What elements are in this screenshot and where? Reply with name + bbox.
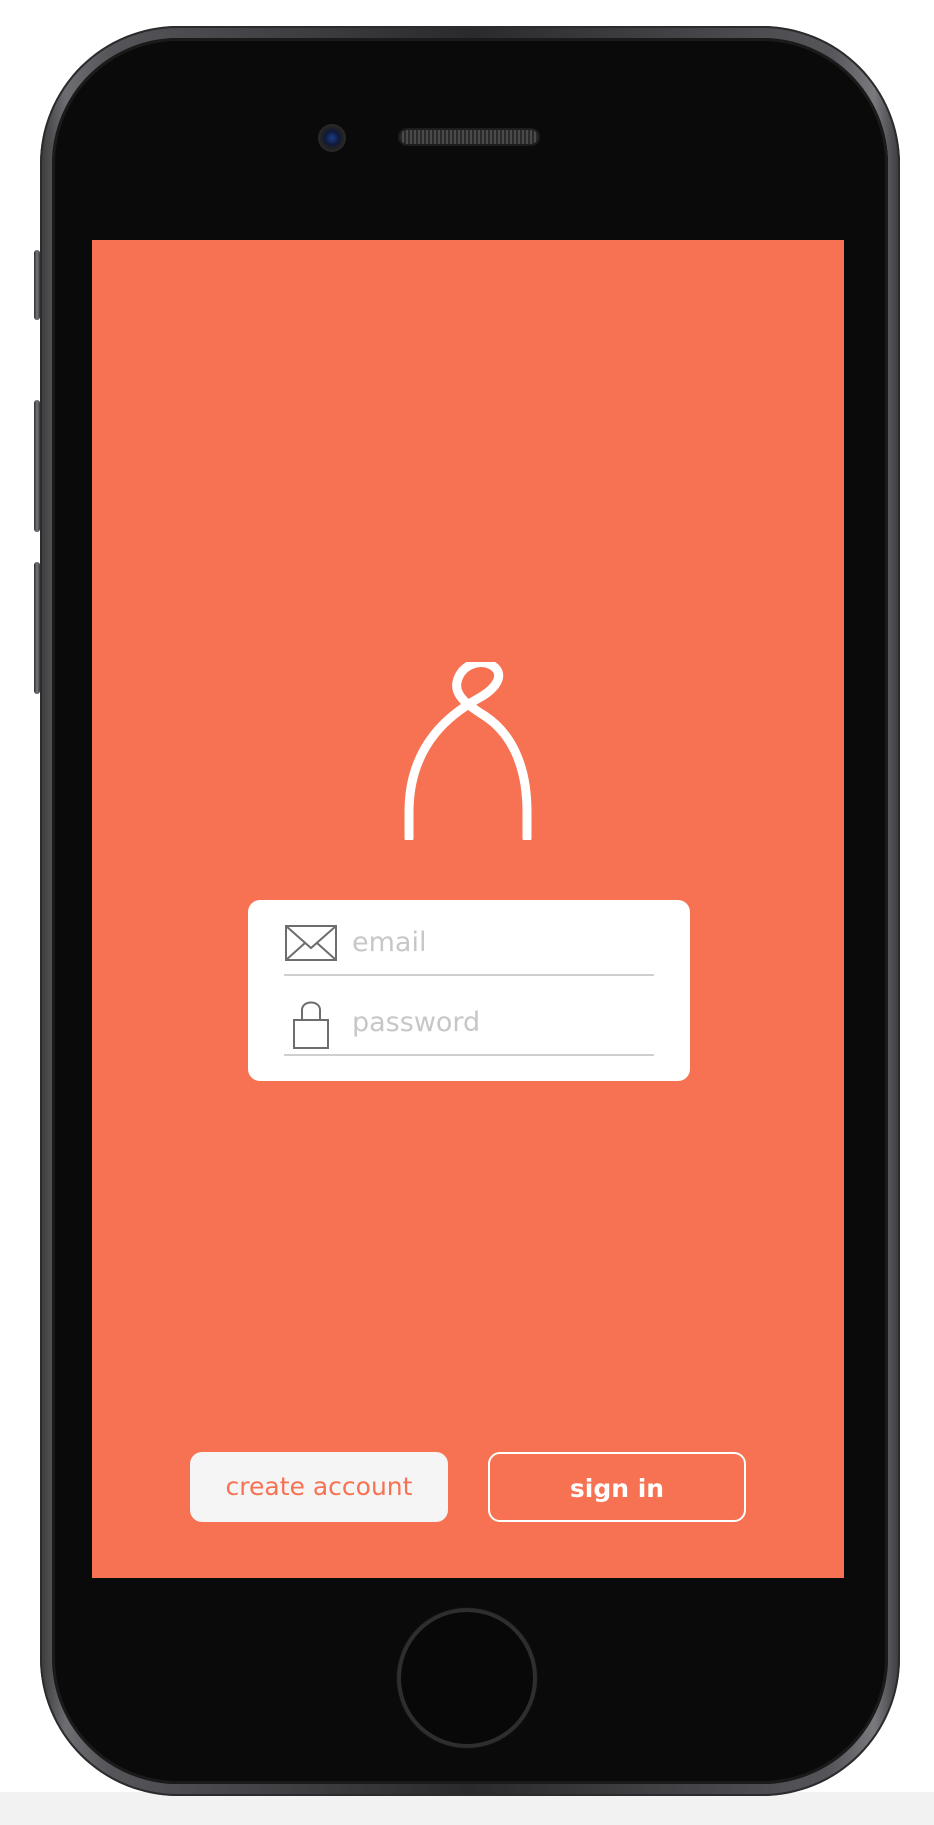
password-input[interactable] bbox=[352, 1002, 642, 1042]
envelope-icon bbox=[285, 925, 337, 961]
sign-in-button[interactable]: sign in bbox=[488, 1452, 746, 1522]
backdrop-strip bbox=[0, 1792, 934, 1825]
login-card bbox=[248, 900, 690, 1081]
lock-icon bbox=[293, 1001, 329, 1049]
app-screen: create account sign in bbox=[92, 240, 844, 1578]
password-field bbox=[284, 990, 654, 1056]
email-field bbox=[284, 910, 654, 976]
home-button bbox=[401, 1612, 533, 1744]
create-account-button[interactable]: create account bbox=[190, 1452, 448, 1522]
earpiece-speaker bbox=[400, 130, 538, 144]
person-knot-icon bbox=[404, 662, 532, 840]
front-camera bbox=[318, 124, 346, 152]
device-mockup: create account sign in bbox=[0, 0, 934, 1825]
email-input[interactable] bbox=[352, 922, 642, 962]
